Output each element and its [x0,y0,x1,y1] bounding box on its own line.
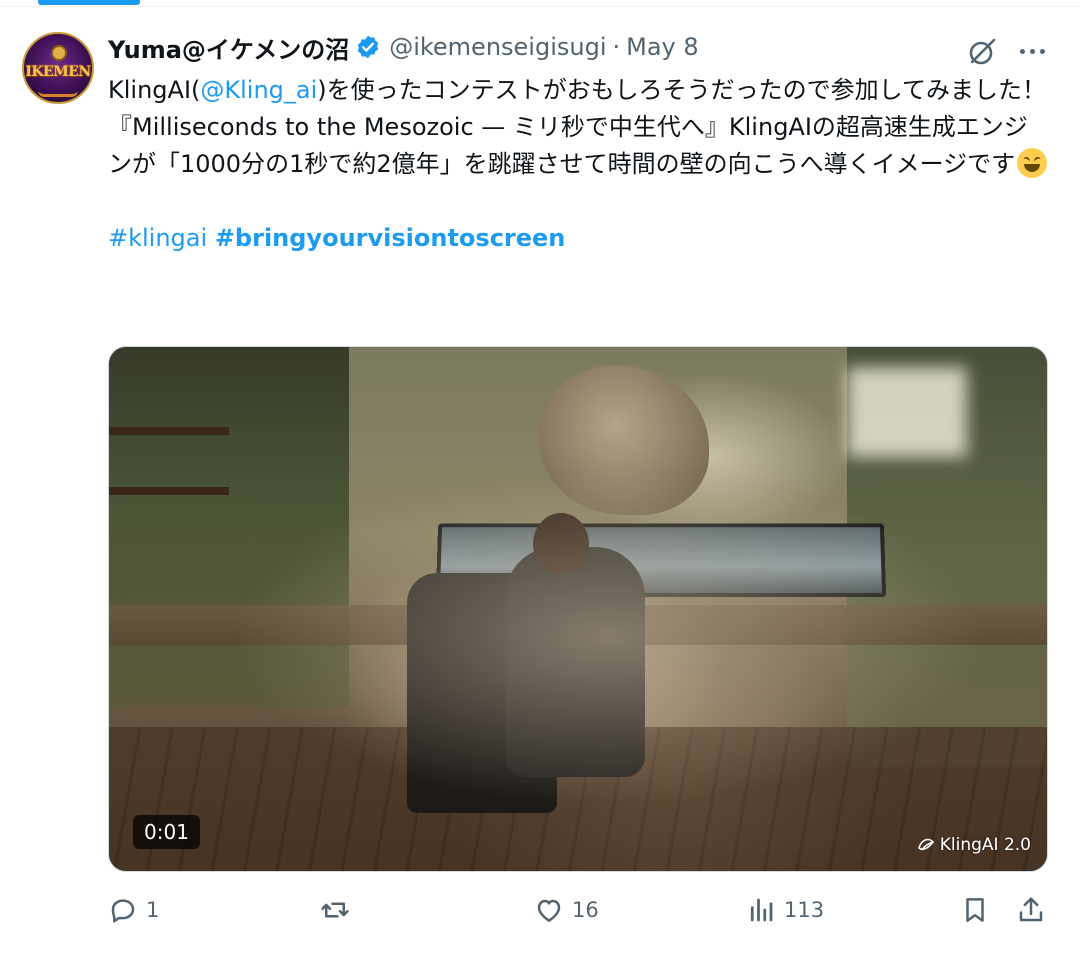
bookmark-icon [966,898,984,922]
like-icon [537,899,561,922]
share-icon [1019,897,1043,922]
repost-icon [321,902,349,918]
reply-count: 1 [146,898,160,922]
more-icon[interactable] [1013,34,1051,68]
handle[interactable]: @ikemenseigisugi [389,33,606,61]
video-scene-light [847,367,967,457]
grok-icon[interactable] [966,34,1000,68]
display-name[interactable]: Yuma@イケメンの沼 [108,30,349,65]
like-button[interactable]: 16 [534,888,599,932]
video-scene-dust [229,467,989,807]
tweet-text-segment: 『Milliseconds to the Mesozoic — ミリ秒で中生代へ… [108,113,1028,178]
bookmark-button[interactable] [960,888,990,932]
mention-link[interactable]: @Kling_ai [200,76,317,104]
laughing-emoji-icon [1017,148,1048,178]
tweet-text-segment: KlingAI( [108,76,201,104]
tweet[interactable]: IKEMEN Yuma@イケメンの沼 @ikemenseigisugi · Ma… [0,6,1080,962]
hashtag-link[interactable]: #bringyourvisiontoscreen [215,224,566,252]
watermark-text: KlingAI 2.0 [939,835,1031,855]
tweet-paragraph-2: 『Milliseconds to the Mesozoic — ミリ秒で中生代へ… [108,109,1048,183]
meta-separator: · [612,33,621,61]
avatar-swirl-icon [38,84,78,97]
views-count: 113 [784,898,825,922]
active-tab-indicator [38,0,140,5]
views-icon [750,898,773,922]
reply-icon [111,899,135,923]
share-button[interactable] [1016,888,1046,932]
tweet-actions: 1 16 113 [0,888,1080,932]
video-scene-shelf [109,427,229,435]
tweet-header: Yuma@イケメンの沼 @ikemenseigisugi · May 8 [108,30,699,65]
avatar[interactable]: IKEMEN [22,32,94,104]
video-scene-shelf [109,487,229,495]
kling-logo-icon [917,838,934,851]
views-button[interactable]: 113 [746,888,824,932]
repost-button[interactable] [320,888,358,932]
hashtag-link[interactable]: #klingai [108,224,207,252]
tweet-paragraph-1: KlingAI(@Kling_ai)を使ったコンテストがおもしろそうだったので参… [108,72,1048,109]
tweet-date[interactable]: May 8 [626,33,699,61]
verified-badge-icon[interactable] [355,34,381,60]
video-player[interactable]: 0:01 KlingAI 2.0 [108,346,1048,872]
video-duration: 0:01 [133,815,200,849]
tweet-text: KlingAI(@Kling_ai)を使ったコンテストがおもしろそうだったので参… [108,72,1048,257]
like-count: 16 [572,898,599,922]
avatar-crest-icon [51,45,67,61]
avatar-logo-text: IKEMEN [25,64,91,80]
reply-button[interactable]: 1 [108,888,159,932]
tweet-text-segment: )を使ったコンテストがおもしろそうだったので参加してみました！ [317,76,1046,104]
video-watermark: KlingAI 2.0 [916,835,1031,855]
hashtag-row: #klingai #bringyourvisiontoscreen [108,220,1048,257]
